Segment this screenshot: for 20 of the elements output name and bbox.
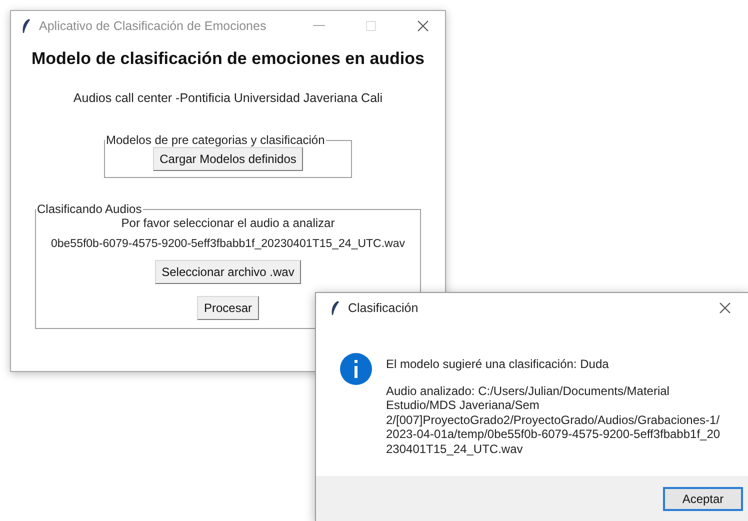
- file-name: 0be55f0b-6079-4575-9200-5eff3fbabb1f_20230401T15_24_UTC.wav: [50, 238, 405, 250]
- process-button[interactable]: Procesar: [196, 296, 260, 320]
- maximize-icon: [366, 21, 376, 31]
- frame-legend: Clasificando Audios: [36, 202, 143, 216]
- load-models-button[interactable]: Cargar Modelos definidos: [152, 147, 304, 171]
- subtitle: Audios call center -Pontificia Universidad Javeriana Cali: [73, 91, 383, 105]
- frame-legend: Modelos de pre categorias y clasificación: [105, 133, 326, 147]
- main-heading: Modelo de clasificación de emociones en audios: [32, 49, 424, 69]
- window-title: Aplicativo de Clasificación de Emociones: [39, 19, 268, 33]
- close-icon[interactable]: [417, 20, 429, 32]
- dialog-title: Clasificación: [348, 301, 420, 315]
- feather-icon: [21, 18, 31, 34]
- close-icon[interactable]: [719, 302, 731, 314]
- instruction-text: Por favor seleccionar el audio a analizar: [121, 216, 335, 230]
- result-message: El modelo sugieré una clasificación: Duda: [386, 357, 610, 372]
- analyzed-audio-text: Audio analizado: C:/Users/Julian/Documents/Material Estudio/MDS Javeriana/Sem 2/[007]ProyectoGrado2/ProyectoGrado/Audios/Grabaciones-1/ 2023-04-01a/temp/0be55f0b-6079-4575-9200-5eff3fbabb1f_20 230401T15_24_UTC.wav: [386, 384, 720, 456]
- select-file-button[interactable]: Seleccionar archivo .wav: [154, 260, 302, 284]
- info-icon: [340, 353, 372, 385]
- accept-button[interactable]: Aceptar: [663, 487, 743, 511]
- feather-icon: [330, 300, 340, 316]
